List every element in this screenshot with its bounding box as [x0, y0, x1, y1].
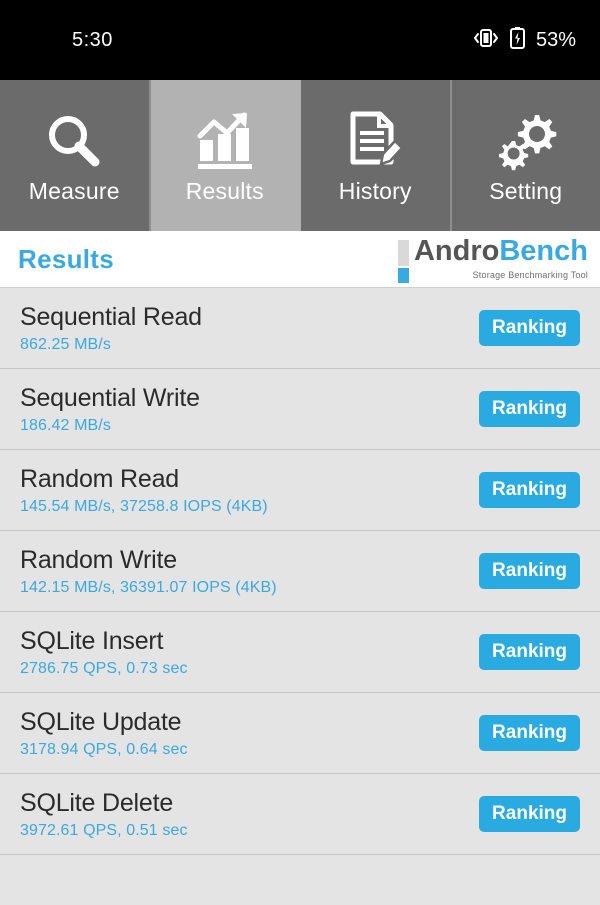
- result-value: 145.54 MB/s, 37258.8 IOPS (4KB): [20, 497, 268, 515]
- result-name: Random Write: [20, 545, 177, 574]
- vibrate-icon: [473, 29, 499, 51]
- ranking-button[interactable]: Ranking: [479, 391, 580, 427]
- ranking-button[interactable]: Ranking: [479, 715, 580, 751]
- result-value: 3178.94 QPS, 0.64 sec: [20, 740, 188, 758]
- tab-measure-label: Measure: [28, 178, 120, 204]
- androbench-app: 5:30 53% Measure Results History Setting…: [0, 0, 600, 905]
- result-name: Random Read: [20, 464, 180, 493]
- page-title: Results: [18, 243, 115, 274]
- logo-bars-icon: [397, 240, 409, 283]
- results-header: Results AndroBench Storage Benchmarking …: [0, 231, 600, 288]
- tab-history-label: History: [338, 178, 412, 204]
- battery-charging-icon: [509, 27, 525, 53]
- table-row[interactable]: Sequential Read 862.25 MB/s Ranking: [0, 288, 600, 369]
- result-name: SQLite Insert: [20, 626, 164, 655]
- logo-andro-text: Andro: [413, 235, 500, 267]
- tab-measure[interactable]: Measure: [0, 80, 151, 231]
- status-clock: 5:30: [72, 28, 113, 51]
- tab-results[interactable]: Results: [150, 80, 301, 231]
- magnifier-icon: [43, 106, 105, 172]
- table-row[interactable]: SQLite Insert 2786.75 QPS, 0.73 sec Rank…: [0, 612, 600, 693]
- battery-percent-label: 53%: [535, 28, 576, 51]
- result-value: 142.15 MB/s, 36391.07 IOPS (4KB): [20, 578, 277, 596]
- result-name: Sequential Read: [20, 302, 202, 331]
- status-bar: 5:30 53%: [0, 0, 600, 80]
- ranking-button[interactable]: Ranking: [479, 472, 580, 508]
- table-row[interactable]: SQLite Delete 3972.61 QPS, 0.51 sec Rank…: [0, 774, 600, 855]
- status-indicators: 53%: [473, 27, 576, 53]
- tab-bar: Measure Results History Setting: [0, 80, 600, 231]
- result-value: 862.25 MB/s: [20, 335, 111, 353]
- tab-results-label: Results: [185, 178, 264, 204]
- result-name: SQLite Delete: [20, 788, 174, 817]
- bar-chart-icon: [194, 106, 256, 172]
- result-value: 2786.75 QPS, 0.73 sec: [20, 659, 188, 677]
- result-name: Sequential Write: [20, 383, 200, 412]
- table-row[interactable]: SQLite Update 3178.94 QPS, 0.64 sec Rank…: [0, 693, 600, 774]
- table-row[interactable]: Random Read 145.54 MB/s, 37258.8 IOPS (4…: [0, 450, 600, 531]
- ranking-button[interactable]: Ranking: [479, 310, 580, 346]
- androbench-logo: AndroBench Storage Benchmarking Tool: [397, 235, 588, 283]
- table-row[interactable]: Sequential Write 186.42 MB/s Ranking: [0, 369, 600, 450]
- ranking-button[interactable]: Ranking: [479, 553, 580, 589]
- tab-setting-label: Setting: [489, 178, 563, 204]
- gears-icon: [495, 106, 557, 172]
- result-value: 186.42 MB/s: [20, 416, 111, 434]
- tab-history[interactable]: History: [301, 80, 452, 231]
- ranking-button[interactable]: Ranking: [479, 796, 580, 832]
- tab-setting[interactable]: Setting: [451, 80, 600, 231]
- table-row[interactable]: Random Write 142.15 MB/s, 36391.07 IOPS …: [0, 531, 600, 612]
- result-name: SQLite Update: [20, 707, 182, 736]
- document-pen-icon: [344, 106, 406, 172]
- ranking-button[interactable]: Ranking: [479, 634, 580, 670]
- logo-bench-text: Bench: [499, 235, 588, 267]
- logo-tagline: Storage Benchmarking Tool: [472, 270, 588, 280]
- result-value: 3972.61 QPS, 0.51 sec: [20, 821, 188, 839]
- results-list: Sequential Read 862.25 MB/s Ranking Sequ…: [0, 288, 600, 855]
